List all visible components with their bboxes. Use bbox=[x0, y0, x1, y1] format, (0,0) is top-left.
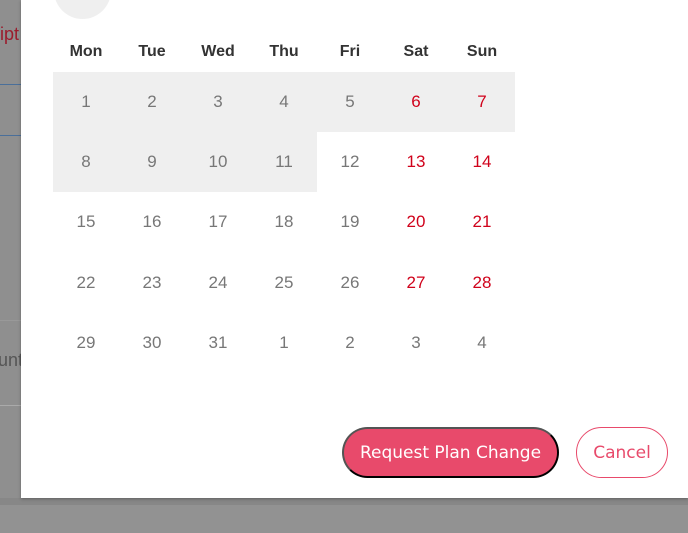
calendar-day[interactable]: 12 bbox=[317, 132, 383, 192]
avatar bbox=[54, 0, 111, 19]
page-footer bbox=[0, 505, 688, 533]
request-plan-change-button[interactable]: Request Plan Change bbox=[342, 427, 559, 478]
cancel-button[interactable]: Cancel bbox=[576, 427, 668, 478]
calendar-day[interactable]: 30 bbox=[119, 313, 185, 373]
calendar-day[interactable]: 29 bbox=[53, 313, 119, 373]
weekday-header: Fri bbox=[339, 43, 361, 60]
weekday-header: Tue bbox=[138, 43, 166, 60]
calendar-day[interactable]: 26 bbox=[317, 253, 383, 313]
calendar-day[interactable]: 24 bbox=[185, 253, 251, 313]
divider bbox=[0, 84, 21, 85]
calendar-day[interactable]: 18 bbox=[251, 192, 317, 252]
calendar-day[interactable]: 15 bbox=[53, 192, 119, 252]
calendar-day[interactable]: 1 bbox=[251, 313, 317, 373]
calendar-day[interactable]: 27 bbox=[383, 253, 449, 313]
background-text: ipt bbox=[0, 24, 20, 44]
background-text: unt bbox=[0, 350, 24, 370]
divider bbox=[0, 405, 21, 406]
calendar-day[interactable]: 13 bbox=[383, 132, 449, 192]
calendar-day[interactable]: 31 bbox=[185, 313, 251, 373]
calendar-day[interactable]: 28 bbox=[449, 253, 515, 313]
calendar-day[interactable]: 25 bbox=[251, 253, 317, 313]
divider bbox=[0, 320, 21, 321]
calendar-day[interactable]: 8 bbox=[53, 132, 119, 193]
calendar-day[interactable]: 20 bbox=[383, 192, 449, 252]
calendar-day[interactable]: 5 bbox=[317, 72, 383, 133]
weekday-header: Thu bbox=[269, 43, 299, 60]
weekday-header: Wed bbox=[201, 43, 235, 60]
calendar-day[interactable]: 17 bbox=[185, 192, 251, 252]
calendar-day[interactable]: 4 bbox=[449, 313, 515, 373]
calendar-day[interactable]: 3 bbox=[185, 72, 251, 133]
calendar-day[interactable]: 10 bbox=[185, 132, 251, 193]
calendar-day[interactable]: 4 bbox=[251, 72, 317, 133]
calendar-day[interactable]: 9 bbox=[119, 132, 185, 193]
plan-change-dialog: Mon Tue Wed Thu Fri Sat Sun 1 2 3 4 5 6 7 8 9 10 11 12 13 14… bbox=[21, 0, 688, 498]
calendar-day[interactable]: 2 bbox=[119, 72, 185, 133]
calendar-day[interactable]: 21 bbox=[449, 192, 515, 252]
calendar-day[interactable]: 22 bbox=[53, 253, 119, 313]
calendar-day[interactable]: 16 bbox=[119, 192, 185, 252]
calendar-day[interactable]: 23 bbox=[119, 253, 185, 313]
weekday-header: Sun bbox=[466, 43, 498, 60]
calendar-day[interactable]: 1 bbox=[53, 72, 119, 133]
divider bbox=[0, 135, 21, 136]
calendar-day[interactable]: 3 bbox=[383, 313, 449, 373]
calendar-day[interactable]: 7 bbox=[449, 72, 515, 133]
calendar-day[interactable]: 6 bbox=[383, 72, 449, 133]
calendar-day[interactable]: 2 bbox=[317, 313, 383, 373]
calendar-day[interactable]: 14 bbox=[449, 132, 515, 192]
calendar-day[interactable]: 11 bbox=[251, 132, 317, 193]
weekday-header: Sat bbox=[403, 43, 429, 60]
calendar-day[interactable]: 19 bbox=[317, 192, 383, 252]
weekday-header: Mon bbox=[69, 43, 103, 60]
